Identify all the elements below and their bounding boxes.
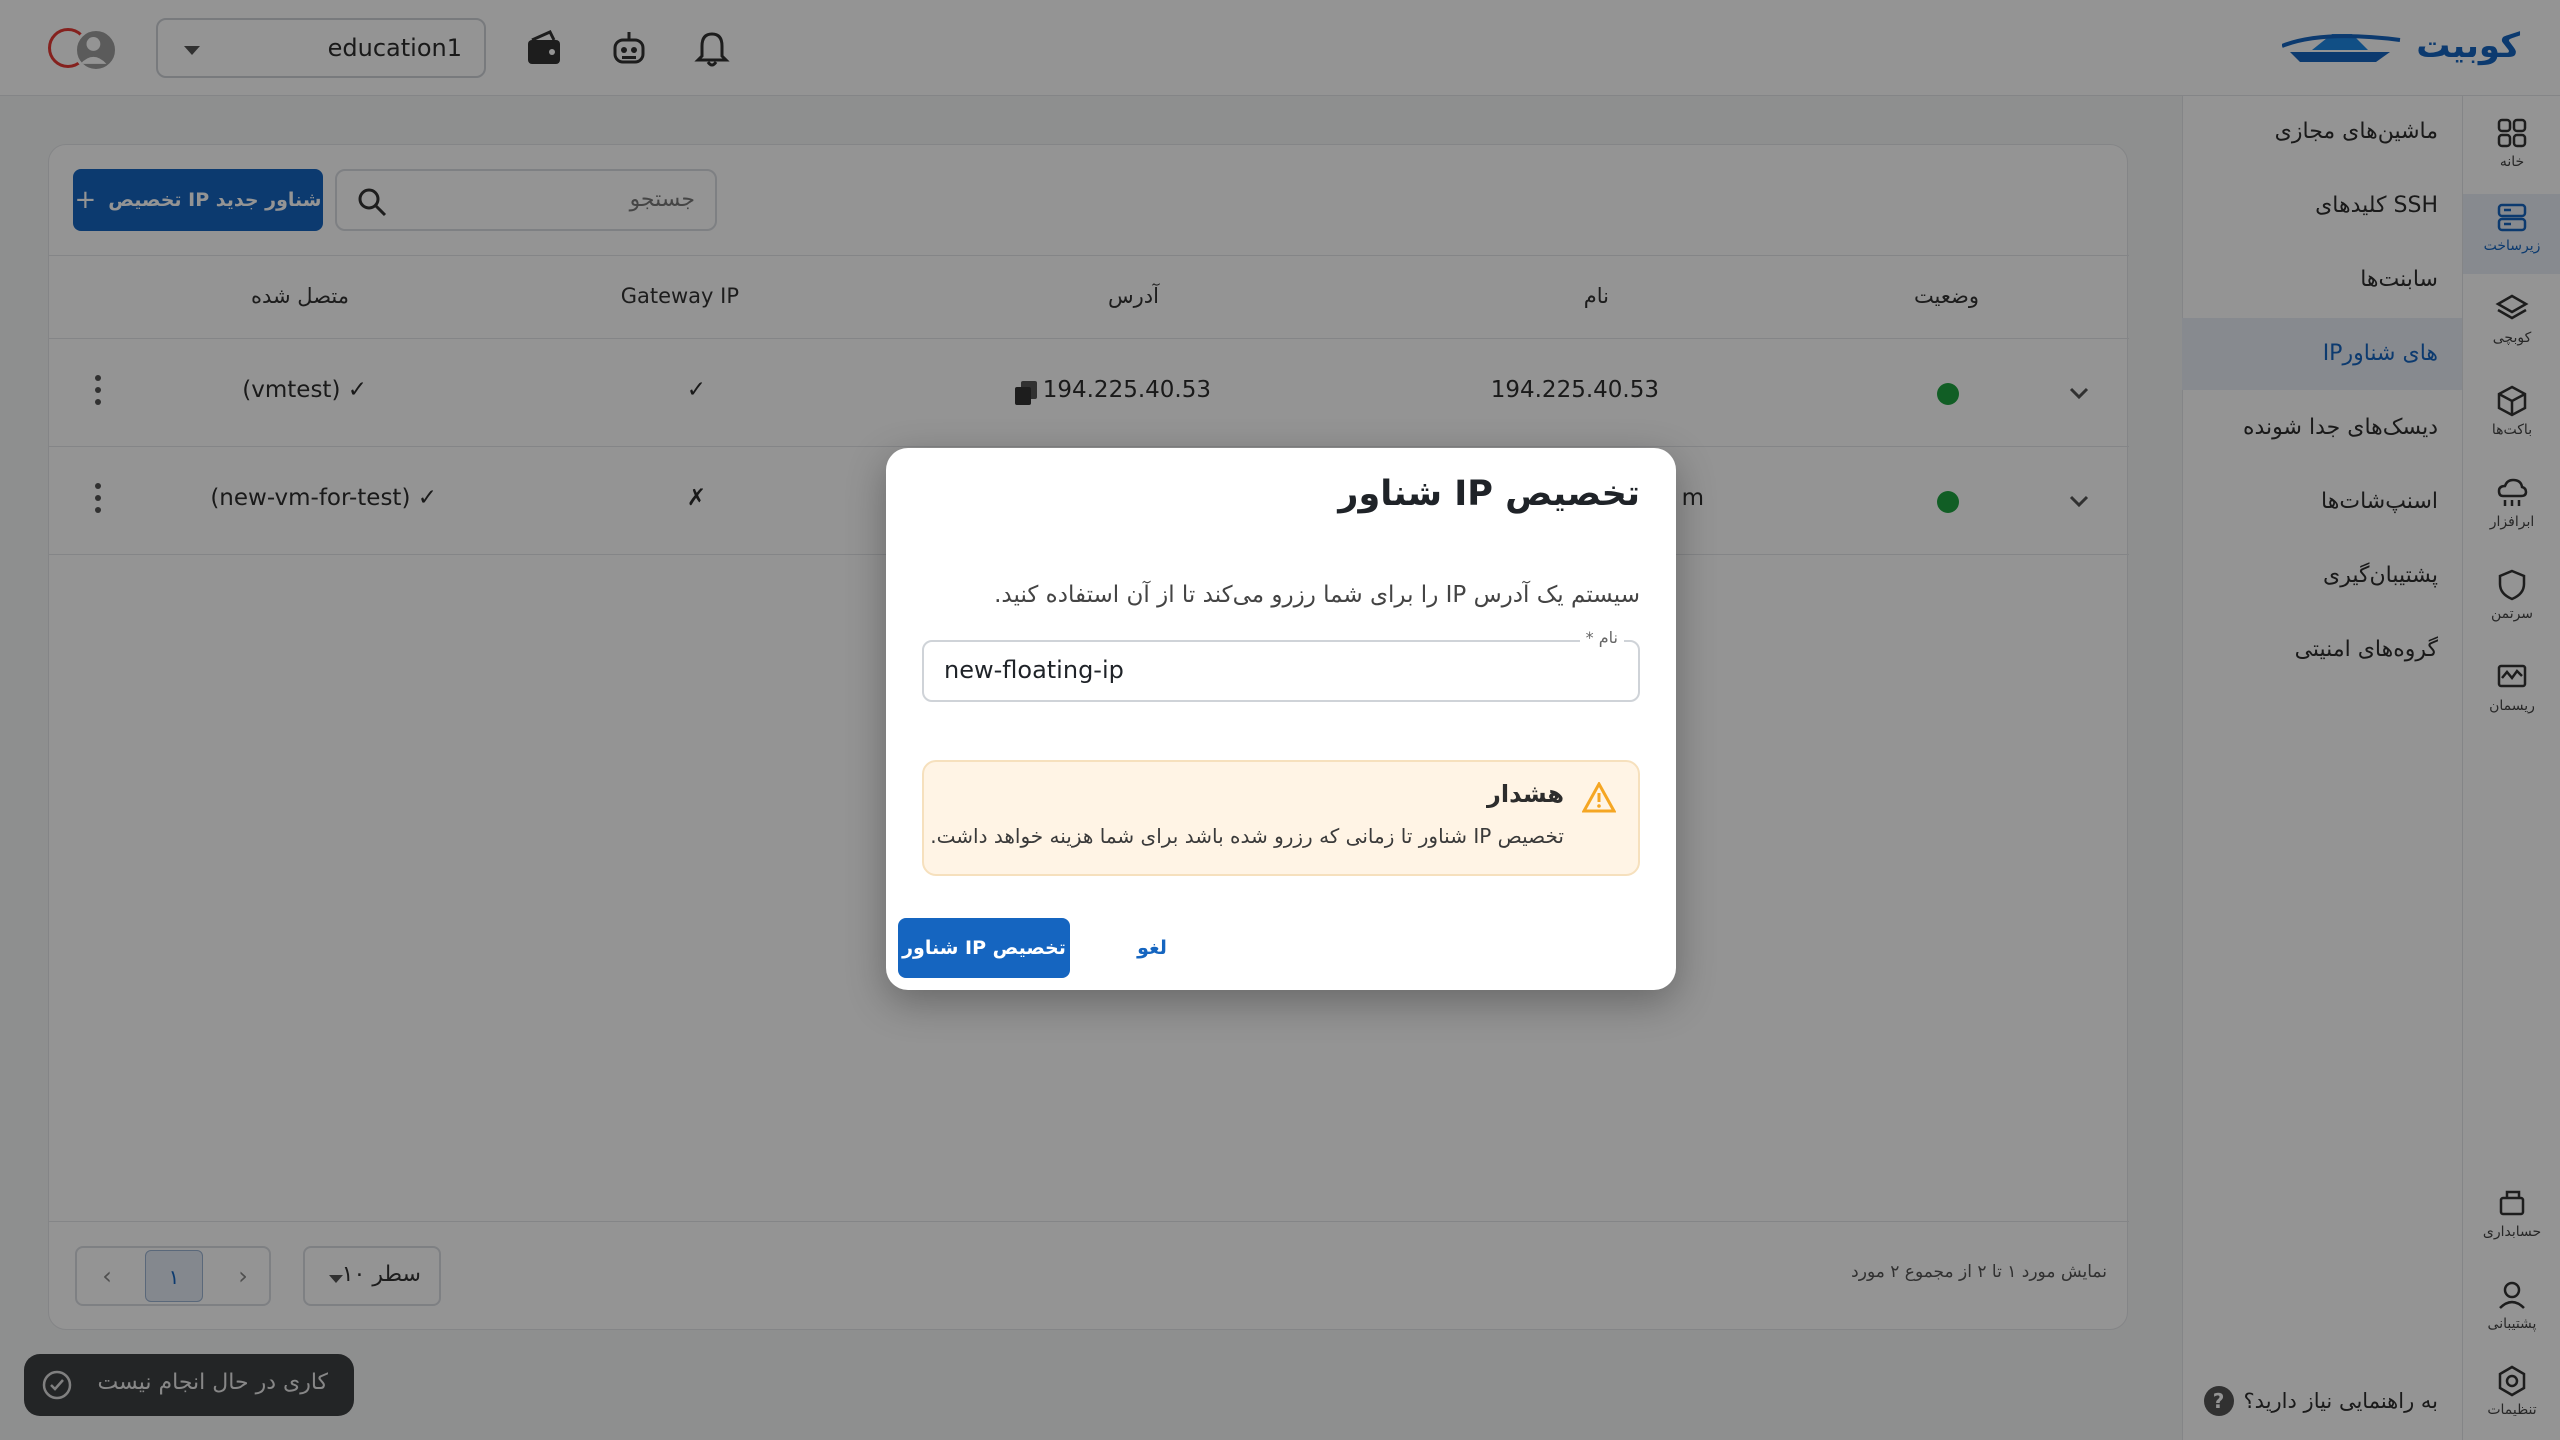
warning-alert: هشدار تخصیص IP شناور تا زمانی که رزرو شد… [922, 760, 1640, 876]
dialog-title: تخصیص IP شناور [1338, 474, 1640, 514]
name-field[interactable]: نام * new-floating-ip [922, 628, 1640, 702]
name-field-value[interactable]: new-floating-ip [944, 656, 1124, 684]
warning-text: تخصیص IP شناور تا زمانی که رزرو شده باشد… [930, 824, 1564, 848]
allocate-floating-ip-dialog: تخصیص IP شناور سیستم یک آدرس IP را برای … [886, 448, 1676, 990]
cancel-button[interactable]: لغو [1112, 918, 1192, 978]
name-field-label: نام * [1579, 628, 1624, 647]
warning-icon [1582, 782, 1616, 813]
warning-title: هشدار [1487, 780, 1564, 808]
confirm-allocate-button[interactable]: تخصیص IP شناور [898, 918, 1070, 978]
dialog-description: سیستم یک آدرس IP را برای شما رزرو می‌کند… [994, 582, 1640, 608]
